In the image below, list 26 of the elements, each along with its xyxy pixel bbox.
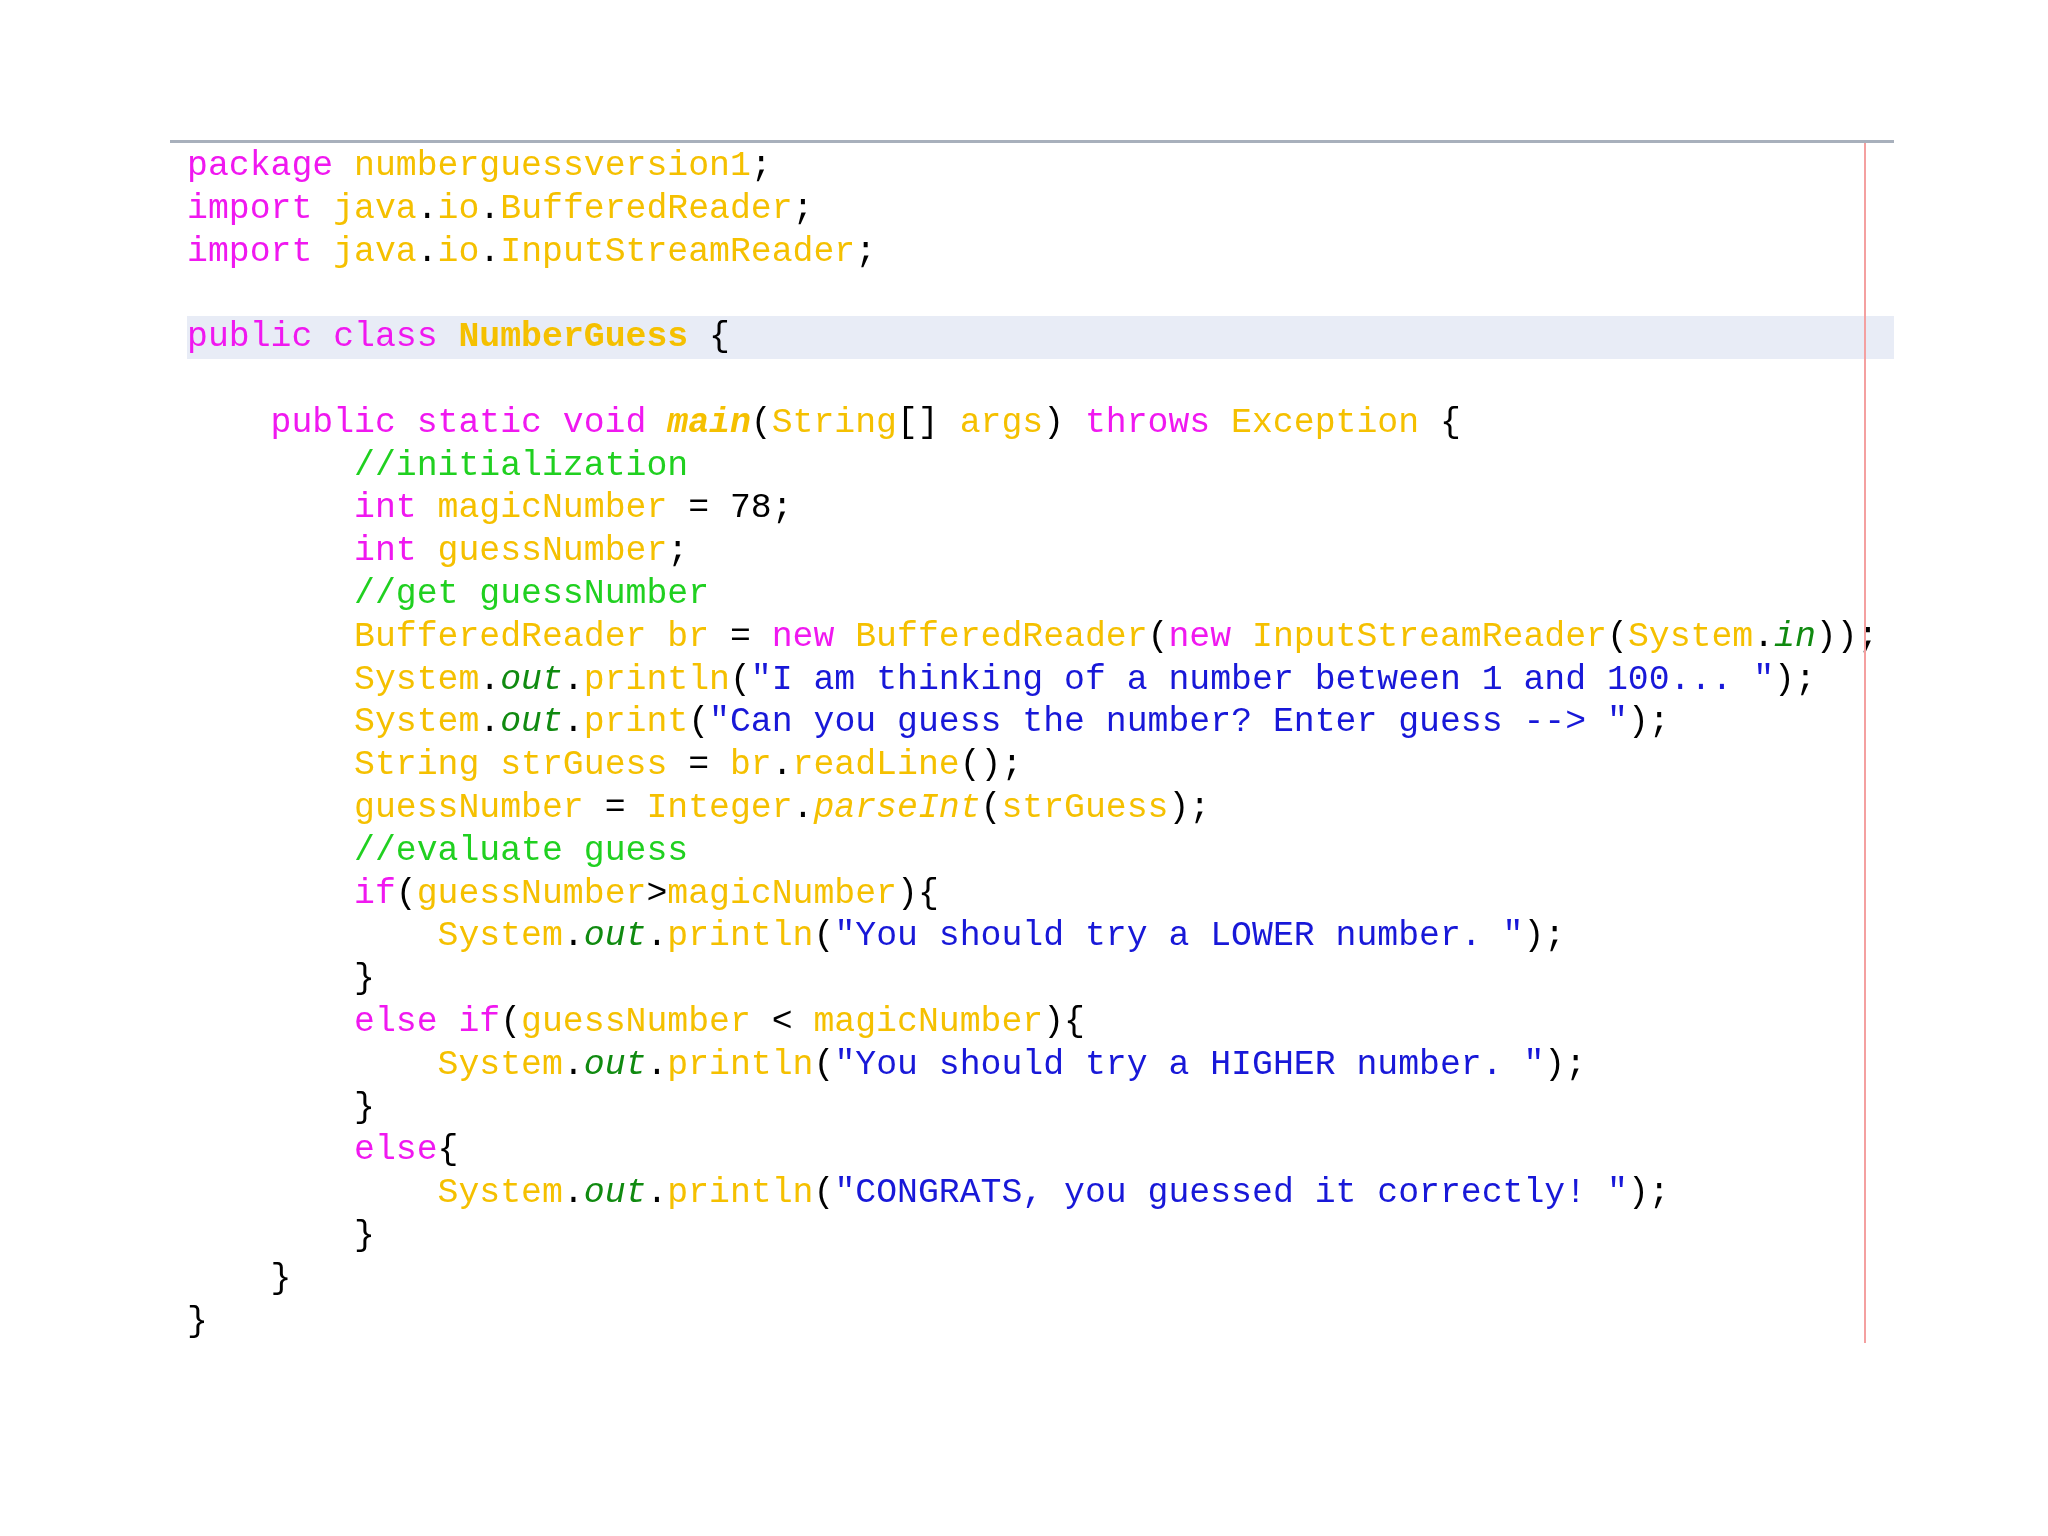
code-line: guessNumber = Integer.parseInt(strGuess); — [353, 786, 1212, 829]
code-line: import java.io.BufferedReader; — [187, 187, 815, 230]
code-line: //get guessNumber — [353, 572, 711, 615]
code-line: System.out.print("Can you guess the number? Enter guess --> "); — [353, 701, 1671, 744]
code-line: else{ — [353, 1129, 460, 1172]
code-line: System.out.println("You should try a HIGHER number. "); — [436, 1043, 1588, 1086]
code-line: } — [353, 1214, 376, 1257]
code-line: else if(guessNumber < magicNumber){ — [353, 1000, 1086, 1043]
code-line: //evaluate guess — [353, 829, 690, 872]
code-line: String strGuess = br.readLine(); — [353, 744, 1024, 787]
code-line: int guessNumber; — [353, 530, 690, 573]
code-line: BufferedReader br = new BufferedReader(new InputStreamReader(System.in)); — [353, 615, 1880, 658]
code-line: //initialization — [353, 444, 690, 487]
code-line: import java.io.InputStreamReader; — [187, 230, 878, 273]
code-editor[interactable] — [170, 140, 1894, 1344]
code-line: } — [269, 1257, 293, 1300]
code-line: System.out.println("I am thinking of a number between 1 and 100... "); — [353, 658, 1817, 701]
code-line: } — [353, 1086, 376, 1129]
code-line: public static void main(String[] args) throws Exception { — [269, 401, 1462, 444]
code-line: int magicNumber = 78; — [353, 487, 794, 530]
code-line: if(guessNumber>magicNumber){ — [353, 872, 940, 915]
code-line: } — [187, 1300, 209, 1343]
code-line: package numberguessversion1; — [187, 145, 773, 187]
code-line: System.out.println("CONGRATS, you guessed it correctly! "); — [436, 1172, 1671, 1215]
code-line: } — [353, 958, 376, 1001]
code-line: System.out.println("You should try a LOWER number. "); — [436, 915, 1567, 958]
